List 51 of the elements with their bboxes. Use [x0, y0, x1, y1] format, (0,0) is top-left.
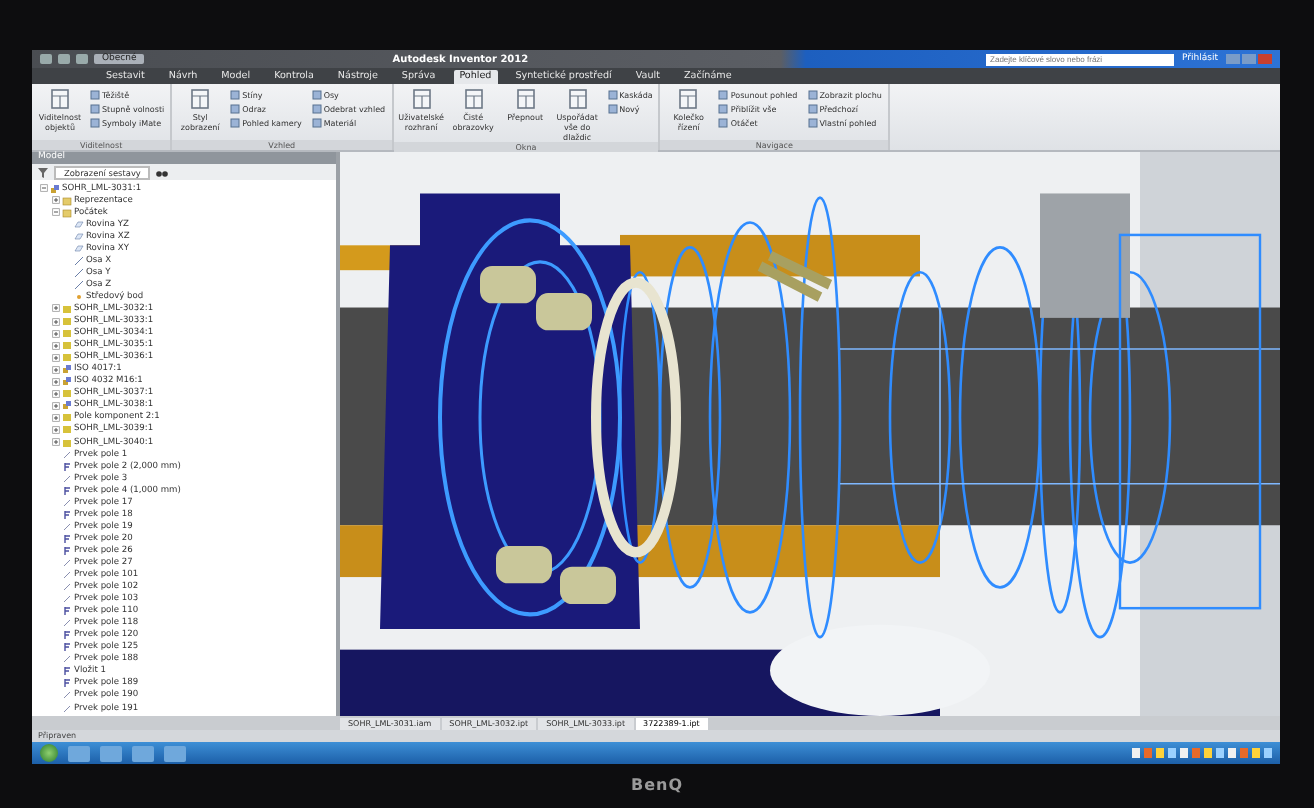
expand-icon[interactable] [52, 196, 60, 205]
square-icon [718, 90, 729, 100]
expand-icon[interactable] [52, 389, 60, 398]
square-icon [807, 90, 818, 100]
expand-icon[interactable] [52, 401, 60, 410]
window-icon [50, 88, 70, 110]
square-icon [90, 90, 100, 100]
collapse-icon[interactable] [52, 208, 60, 217]
expand-icon[interactable] [52, 438, 60, 446]
point-icon [74, 291, 84, 302]
square-icon [807, 118, 818, 128]
square-icon [90, 118, 100, 128]
flush-constraint-icon [62, 485, 72, 496]
square-icon [311, 104, 322, 114]
square-icon [311, 90, 322, 100]
window-icon [411, 88, 432, 110]
collapse-icon[interactable] [40, 184, 48, 193]
flush-constraint-icon [62, 509, 72, 520]
expand-icon[interactable] [52, 329, 60, 338]
expand-icon[interactable] [52, 425, 60, 434]
window-icon [190, 88, 211, 110]
square-icon [90, 104, 100, 114]
expand-icon[interactable] [52, 317, 60, 326]
assembly-icon [50, 183, 60, 194]
flush-constraint-icon [62, 606, 72, 617]
window-icon [567, 88, 588, 110]
expand-icon[interactable] [52, 353, 60, 362]
flush-constraint-icon [62, 461, 72, 472]
system-tray-icons[interactable] [1132, 748, 1272, 758]
assembly-icon [62, 400, 72, 411]
square-icon [607, 90, 618, 100]
window-icon [678, 88, 699, 110]
start-button[interactable] [40, 744, 58, 762]
square-icon [718, 104, 729, 114]
expand-icon[interactable] [52, 413, 60, 422]
binoculars-icon[interactable] [156, 167, 169, 177]
expand-icon[interactable] [52, 377, 60, 386]
window-icon [463, 88, 484, 110]
square-icon [230, 90, 241, 100]
square-icon [607, 104, 618, 114]
window-icon [515, 88, 536, 110]
square-icon [230, 104, 241, 114]
square-icon [807, 104, 818, 114]
expand-icon[interactable] [52, 304, 60, 313]
expand-icon[interactable] [52, 341, 60, 350]
square-icon [311, 118, 322, 128]
square-icon [718, 118, 729, 128]
expand-icon[interactable] [52, 365, 60, 374]
part-icon [62, 388, 72, 399]
square-icon [230, 118, 241, 128]
monitor-brand: BenQ [630, 776, 684, 794]
